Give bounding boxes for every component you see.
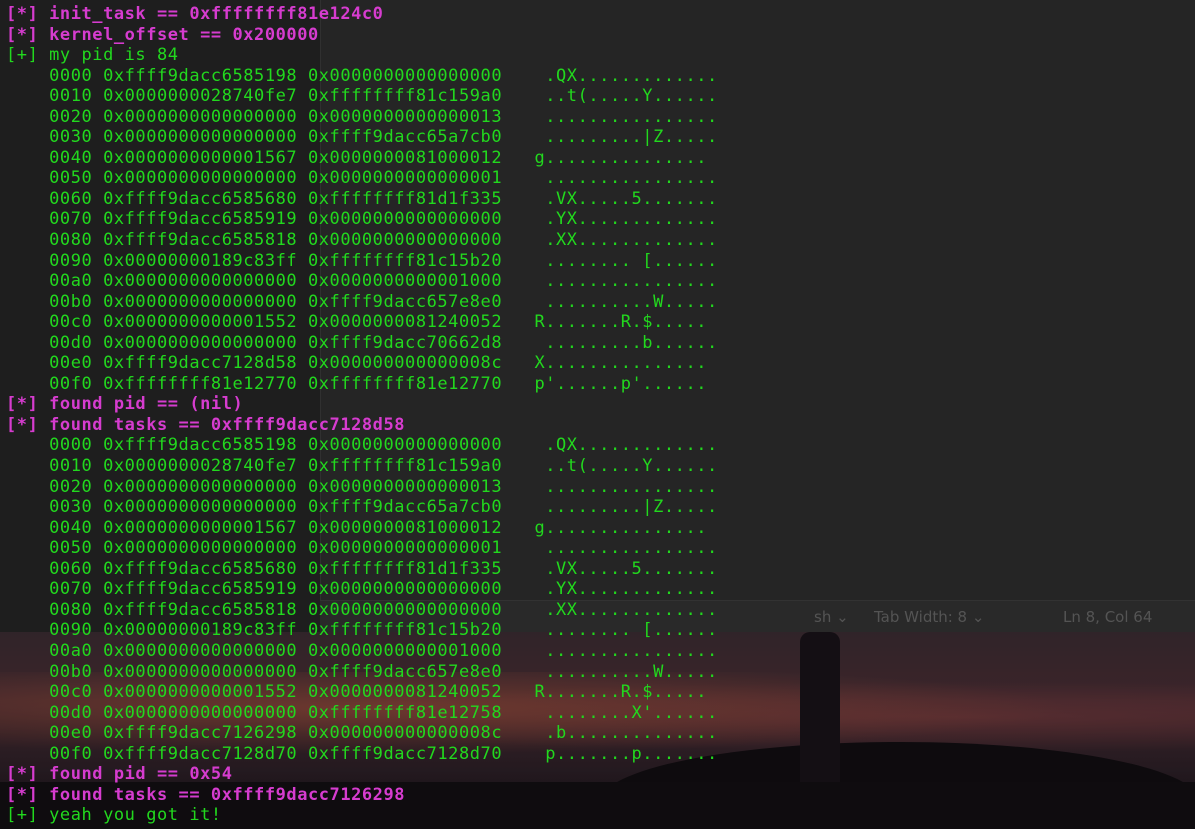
hexdump-line: 0020 0x0000000000000000 0x00000000000000… (6, 476, 718, 497)
info-line: [+] yeah you got it! (6, 805, 222, 826)
hexdump-line: 00d0 0x0000000000000000 0xffffffff81e127… (6, 702, 718, 723)
hexdump-line: 00b0 0x0000000000000000 0xffff9dacc657e8… (6, 291, 718, 312)
status-line: [*] found pid == 0x54 (6, 764, 233, 785)
hexdump-line: 0040 0x0000000000001567 0x00000000810000… (6, 147, 708, 168)
hexdump-line: 0070 0xffff9dacc6585919 0x00000000000000… (6, 579, 718, 600)
hexdump-line: 00a0 0x0000000000000000 0x00000000000010… (6, 271, 718, 292)
hexdump-line: 0030 0x0000000000000000 0xffff9dacc65a7c… (6, 127, 718, 148)
hexdump-line: 0020 0x0000000000000000 0x00000000000000… (6, 106, 718, 127)
status-line: [*] found tasks == 0xffff9dacc7128d58 (6, 414, 406, 435)
hexdump-line: 0000 0xffff9dacc6585198 0x00000000000000… (6, 435, 718, 456)
hexdump-line: 0060 0xffff9dacc6585680 0xffffffff81d1f3… (6, 558, 718, 579)
hexdump-line: 00e0 0xffff9dacc7128d58 0x00000000000000… (6, 353, 708, 374)
hexdump-line: 00f0 0xffffffff81e12770 0xffffffff81e127… (6, 373, 708, 394)
hexdump-line: 0060 0xffff9dacc6585680 0xffffffff81d1f3… (6, 188, 718, 209)
terminal-output: [*] init_task == 0xffffffff81e124c0 [*] k… (6, 4, 718, 826)
hexdump-line: 00d0 0x0000000000000000 0xffff9dacc70662… (6, 332, 718, 353)
hexdump-line: 00c0 0x0000000000001552 0x00000000812400… (6, 312, 708, 333)
hexdump-line: 0030 0x0000000000000000 0xffff9dacc65a7c… (6, 497, 718, 518)
hexdump-line: 0010 0x0000000028740fe7 0xffffffff81c159… (6, 456, 718, 477)
hexdump-line: 0050 0x0000000000000000 0x00000000000000… (6, 168, 718, 189)
status-line: [*] kernel_offset == 0x200000 (6, 24, 319, 45)
status-line: [*] init_task == 0xffffffff81e124c0 (6, 4, 384, 24)
hexdump-line: 00e0 0xffff9dacc7126298 0x00000000000000… (6, 723, 718, 744)
status-line: [*] found tasks == 0xffff9dacc7126298 (6, 784, 406, 805)
hexdump-line: 00c0 0x0000000000001552 0x00000000812400… (6, 682, 708, 703)
hexdump-line: 00b0 0x0000000000000000 0xffff9dacc657e8… (6, 661, 718, 682)
hexdump-line: 0050 0x0000000000000000 0x00000000000000… (6, 538, 718, 559)
hexdump-line: 0080 0xffff9dacc6585818 0x00000000000000… (6, 230, 718, 251)
hexdump-line: 0040 0x0000000000001567 0x00000000810000… (6, 517, 708, 538)
hexdump-line: 0010 0x0000000028740fe7 0xffffffff81c159… (6, 86, 718, 107)
hexdump-line: 0090 0x00000000189c83ff 0xffffffff81c15b… (6, 250, 718, 271)
hexdump-line: 0070 0xffff9dacc6585919 0x00000000000000… (6, 209, 718, 230)
terminal-window[interactable]: [*] init_task == 0xffffffff81e124c0 [*] k… (0, 0, 1195, 829)
hexdump-line: 00a0 0x0000000000000000 0x00000000000010… (6, 640, 718, 661)
hexdump-line: 0090 0x00000000189c83ff 0xffffffff81c15b… (6, 620, 718, 641)
info-line: [+] my pid is 84 (6, 45, 179, 66)
hexdump-line: 0080 0xffff9dacc6585818 0x00000000000000… (6, 599, 718, 620)
status-line: [*] found pid == (nil) (6, 394, 244, 415)
hexdump-line: 0000 0xffff9dacc6585198 0x00000000000000… (6, 65, 718, 86)
hexdump-line: 00f0 0xffff9dacc7128d70 0xffff9dacc7128d… (6, 743, 718, 764)
